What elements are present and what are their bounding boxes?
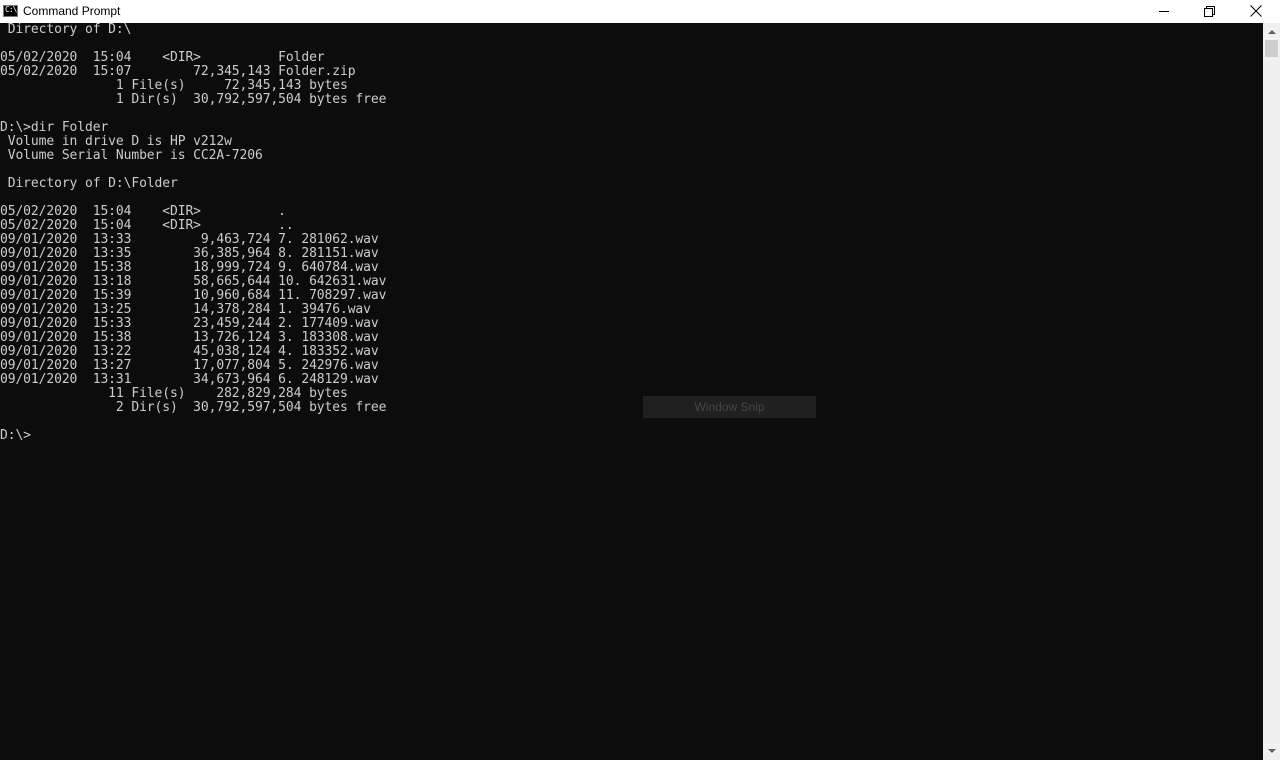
console-line: 09/01/2020 13:25 14,378,284 1. 39476.wav: [0, 302, 371, 317]
console-line: 11 File(s) 282,829,284 bytes: [0, 386, 348, 401]
vertical-scrollbar[interactable]: [1263, 23, 1280, 760]
console-line: Directory of D:\Folder: [0, 176, 178, 191]
console-line: 09/01/2020 15:38 18,999,724 9. 640784.wa…: [0, 260, 379, 275]
console-line: 09/01/2020 13:33 9,463,724 7. 281062.wav: [0, 232, 379, 247]
console-line: 05/02/2020 15:04 <DIR> Folder: [0, 50, 325, 65]
close-button[interactable]: [1233, 0, 1279, 23]
console-line: Volume Serial Number is CC2A-7206: [0, 148, 263, 163]
scroll-thumb[interactable]: [1265, 40, 1278, 57]
prompt-line[interactable]: D:\>: [0, 429, 31, 443]
minimize-button[interactable]: [1141, 0, 1187, 23]
console-line: 09/01/2020 15:39 10,960,684 11. 708297.w…: [0, 288, 387, 303]
console-line: 09/01/2020 15:38 13,726,124 3. 183308.wa…: [0, 330, 379, 345]
console-output[interactable]: Directory of D:\ 05/02/2020 15:04 <DIR> …: [0, 23, 1263, 760]
console-line: 05/02/2020 15:04 <DIR> .: [0, 204, 286, 219]
console-line: Volume in drive D is HP v212w: [0, 134, 232, 149]
console-line: Directory of D:\: [0, 23, 132, 37]
close-icon: [1250, 5, 1262, 17]
scroll-down-arrow-icon[interactable]: [1263, 743, 1280, 760]
scroll-up-arrow-icon[interactable]: [1263, 23, 1280, 40]
command-prompt-window: C:\ Command Prompt Directory of D:\ 05/0…: [0, 0, 1280, 760]
console-line: 09/01/2020 13:31 34,673,964 6. 248129.wa…: [0, 372, 379, 387]
restore-button[interactable]: [1187, 0, 1233, 23]
console-line: D:\>dir Folder: [0, 120, 109, 135]
minimize-icon: [1159, 11, 1169, 12]
console-line: 09/01/2020 13:35 36,385,964 8. 281151.wa…: [0, 246, 379, 261]
console-line: 1 File(s) 72,345,143 bytes: [0, 78, 348, 93]
console-line: 1 Dir(s) 30,792,597,504 bytes free: [0, 92, 387, 107]
console-line: 09/01/2020 13:18 58,665,644 10. 642631.w…: [0, 274, 387, 289]
window-snip-overlay[interactable]: Window Snip: [643, 396, 816, 418]
title-bar[interactable]: C:\ Command Prompt: [0, 0, 1280, 23]
window-title: Command Prompt: [23, 4, 121, 18]
console-line: 09/01/2020 13:27 17,077,804 5. 242976.wa…: [0, 358, 379, 373]
console-line: 09/01/2020 15:33 23,459,244 2. 177409.wa…: [0, 316, 379, 331]
console-line: 05/02/2020 15:07 72,345,143 Folder.zip: [0, 64, 356, 79]
console-line: 05/02/2020 15:04 <DIR> ..: [0, 218, 294, 233]
cmd-icon[interactable]: C:\: [3, 5, 18, 17]
console-line: 2 Dir(s) 30,792,597,504 bytes free: [0, 400, 387, 415]
console-line: 09/01/2020 13:22 45,038,124 4. 183352.wa…: [0, 344, 379, 359]
